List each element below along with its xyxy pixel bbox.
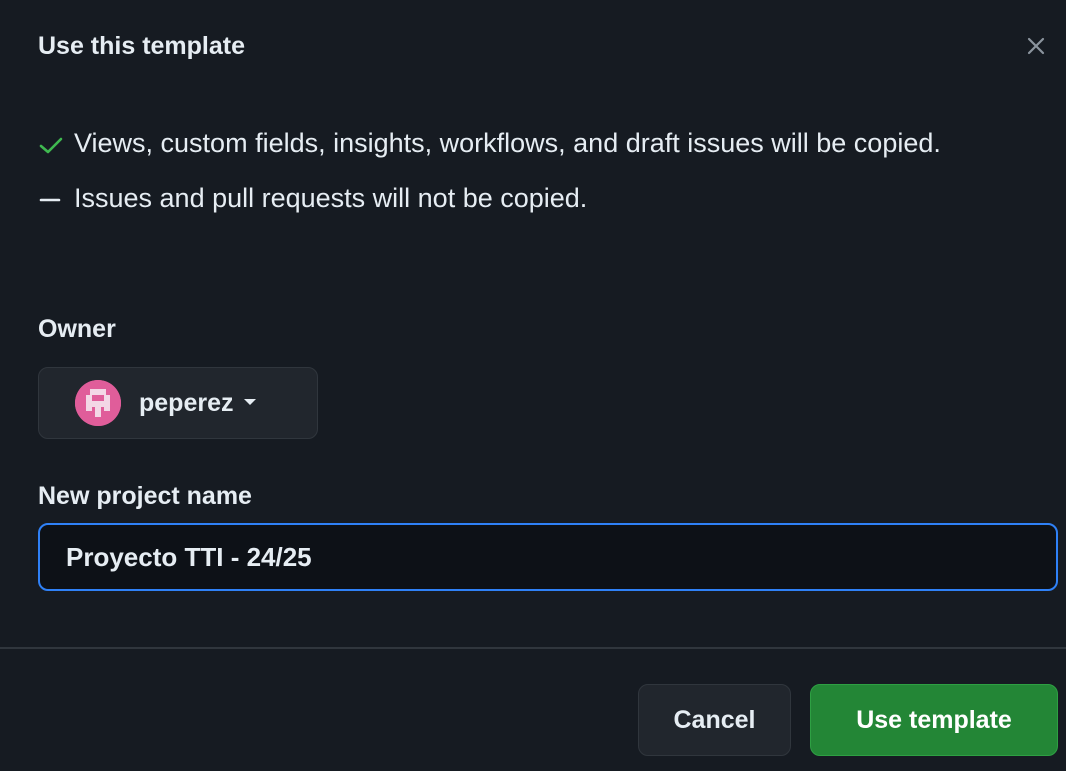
owner-name: peperez xyxy=(139,388,234,417)
owner-label: Owner xyxy=(38,315,116,343)
dialog-title: Use this template xyxy=(38,32,246,60)
project-name-label: New project name xyxy=(38,482,252,510)
project-name-input[interactable] xyxy=(38,523,1058,591)
use-template-dialog: Use this template Views, custom fields, … xyxy=(0,0,1066,771)
info-item-copied: Views, custom fields, insights, workflow… xyxy=(38,120,1028,167)
avatar xyxy=(75,380,121,426)
cancel-button[interactable]: Cancel xyxy=(638,684,791,756)
info-copied-text: Views, custom fields, insights, workflow… xyxy=(74,128,941,158)
close-button[interactable] xyxy=(1018,28,1054,64)
use-template-button[interactable]: Use template xyxy=(810,684,1058,756)
info-item-not-copied: Issues and pull requests will not be cop… xyxy=(38,175,1028,222)
dialog-header: Use this template xyxy=(38,28,1066,68)
caret-down-icon xyxy=(243,394,257,412)
info-not-copied-text: Issues and pull requests will not be cop… xyxy=(74,183,588,213)
close-icon xyxy=(1026,36,1046,56)
dash-icon xyxy=(38,190,68,210)
owner-select-button[interactable]: peperez xyxy=(38,367,318,439)
template-info-list: Views, custom fields, insights, workflow… xyxy=(38,120,1028,222)
check-icon xyxy=(38,135,68,155)
footer-divider xyxy=(0,647,1066,649)
